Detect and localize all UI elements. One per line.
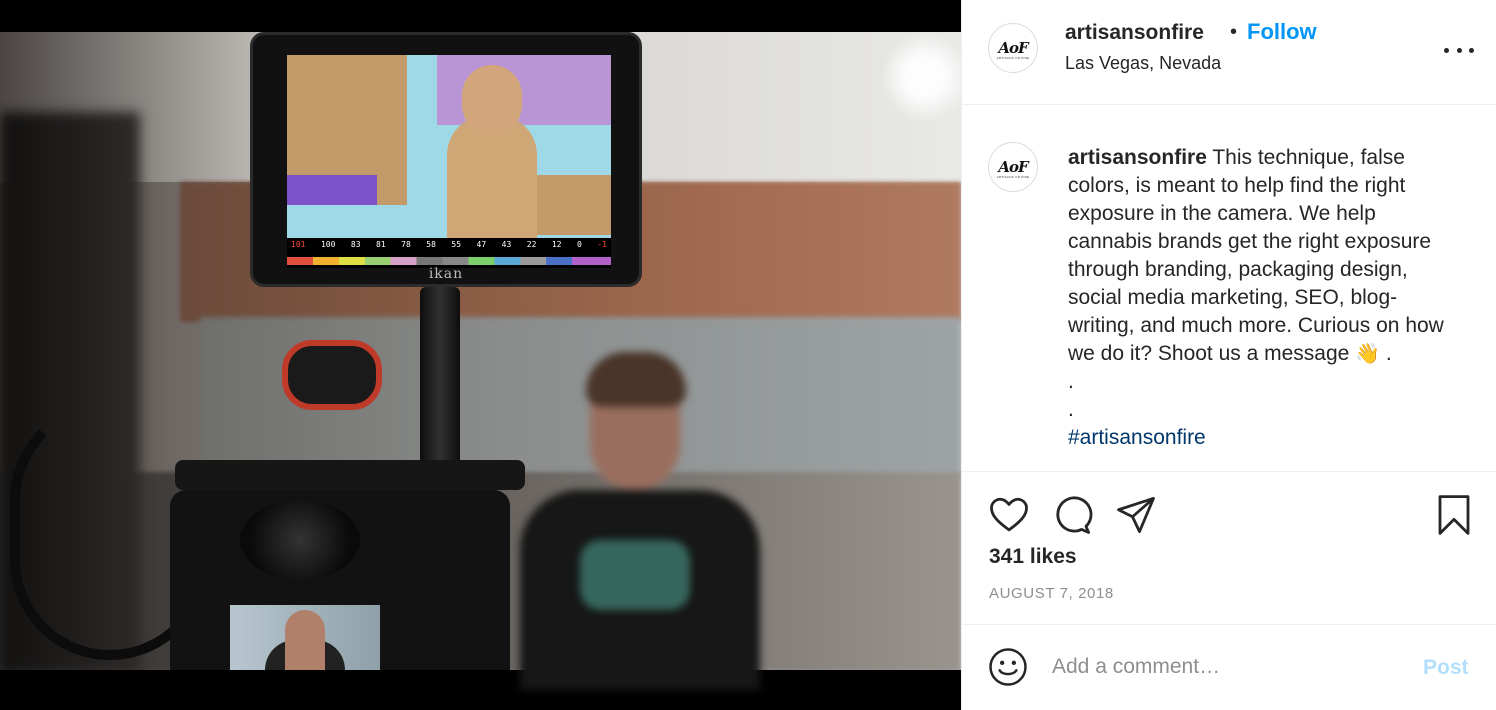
camera-lens bbox=[240, 500, 360, 580]
avatar[interactable]: AoF ARTISANS ON FIRE bbox=[988, 23, 1038, 73]
scale-number: 101 bbox=[291, 240, 306, 249]
scale-number: -1 bbox=[597, 240, 607, 249]
avatar-logo-subtitle: ARTISANS ON FIRE bbox=[996, 56, 1030, 60]
camera-lcd bbox=[230, 605, 380, 670]
scale-number: 83 bbox=[350, 240, 361, 249]
scale-number: 100 bbox=[320, 240, 336, 249]
avatar-logo: AoF bbox=[998, 158, 1028, 176]
camera-cage bbox=[175, 460, 525, 490]
studio-light bbox=[880, 32, 961, 122]
microphone bbox=[282, 340, 382, 410]
monitor-mount bbox=[420, 287, 460, 487]
post-image[interactable]: 101 100 83 81 78 58 55 47 43 22 12 0 -1 ikan bbox=[0, 0, 961, 710]
monitor-brand: ikan bbox=[428, 266, 464, 282]
share-icon[interactable] bbox=[1115, 494, 1157, 536]
comment-icon[interactable] bbox=[1051, 494, 1093, 536]
scale-number: 47 bbox=[476, 240, 487, 249]
avatar-logo-subtitle: ARTISANS ON FIRE bbox=[996, 175, 1030, 179]
false-color-screen: 101 100 83 81 78 58 55 47 43 22 12 0 -1 bbox=[287, 55, 611, 268]
scale-numbers: 101 100 83 81 78 58 55 47 43 22 12 0 -1 bbox=[291, 240, 607, 249]
post-button[interactable]: Post bbox=[1423, 656, 1469, 680]
scale-number: 58 bbox=[426, 240, 436, 249]
scale-number: 12 bbox=[551, 240, 562, 249]
follow-button[interactable]: Follow bbox=[1247, 19, 1317, 45]
scale-number: 81 bbox=[376, 240, 386, 249]
location-link[interactable]: Las Vegas, Nevada bbox=[1065, 53, 1221, 74]
wave-emoji: 👋 bbox=[1355, 343, 1381, 365]
comments-section[interactable]: AoF ARTISANS ON FIRE artisansonfire This… bbox=[962, 106, 1496, 472]
likes-count[interactable]: 341 likes bbox=[989, 545, 1077, 569]
hashtag-link[interactable]: #artisansonfire bbox=[1068, 424, 1458, 452]
smiley-icon[interactable] bbox=[988, 647, 1028, 687]
scale-number: 22 bbox=[526, 240, 537, 249]
blurred-person bbox=[520, 352, 760, 690]
post-header: AoF ARTISANS ON FIRE artisansonfire • Fo… bbox=[962, 0, 1496, 105]
field-monitor: 101 100 83 81 78 58 55 47 43 22 12 0 -1 ikan bbox=[250, 32, 642, 287]
caption-username[interactable]: artisansonfire bbox=[1068, 146, 1207, 169]
post-side-panel: AoF ARTISANS ON FIRE artisansonfire • Fo… bbox=[961, 0, 1496, 710]
comment-form: Post bbox=[962, 625, 1496, 710]
scale-number: 78 bbox=[401, 240, 411, 249]
scale-number: 55 bbox=[451, 240, 462, 249]
post-date[interactable]: AUGUST 7, 2018 bbox=[989, 585, 1114, 602]
caption-trailing: . bbox=[1380, 342, 1392, 365]
more-options-icon[interactable] bbox=[1444, 40, 1474, 60]
caption-text: artisansonfire This technique, false col… bbox=[1068, 144, 1458, 452]
caption-body: This technique, false colors, is meant t… bbox=[1068, 146, 1444, 365]
caption-dot: . bbox=[1068, 370, 1074, 393]
false-color-scale: 101 100 83 81 78 58 55 47 43 22 12 0 -1 bbox=[287, 238, 611, 268]
avatar-logo: AoF bbox=[998, 39, 1028, 57]
caption-avatar[interactable]: AoF ARTISANS ON FIRE bbox=[988, 142, 1038, 192]
comment-input[interactable] bbox=[1052, 647, 1412, 687]
scale-number: 0 bbox=[577, 240, 582, 249]
scale-number: 43 bbox=[501, 240, 512, 249]
bookmark-icon[interactable] bbox=[1433, 494, 1475, 536]
heart-icon[interactable] bbox=[988, 494, 1030, 536]
separator-dot: • bbox=[1230, 21, 1238, 43]
caption-dot: . bbox=[1068, 398, 1074, 421]
username-link[interactable]: artisansonfire bbox=[1065, 21, 1204, 45]
